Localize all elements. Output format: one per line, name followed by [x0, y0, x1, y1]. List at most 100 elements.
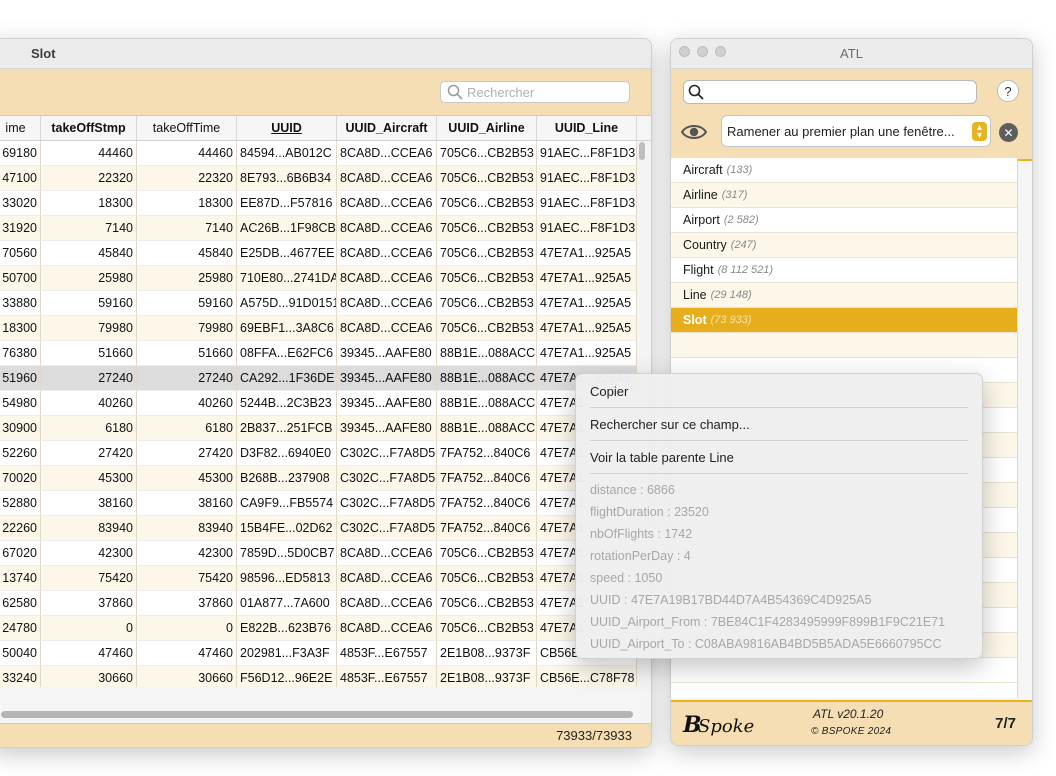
- table-cell[interactable]: 6180: [41, 416, 137, 440]
- table-cell[interactable]: 47100: [0, 166, 41, 190]
- table-cell[interactable]: 75420: [137, 566, 237, 590]
- action-select[interactable]: Ramener au premier plan une fenêtre... ▴…: [721, 115, 991, 147]
- table-cell[interactable]: 59160: [41, 291, 137, 315]
- table-cell[interactable]: 8CA8D...CCEA6: [337, 141, 437, 165]
- table-row[interactable]: 67020 42300 42300 7859D...5D0CB7 8CA8D...CCE…: [0, 541, 637, 566]
- table-cell[interactable]: CA9F9...FB5574: [237, 491, 337, 515]
- table-cell[interactable]: 67020: [0, 541, 41, 565]
- table-cell[interactable]: 91AEC...F8F1D3: [537, 191, 637, 215]
- table-list-item[interactable]: Aircraft (133): [671, 158, 1017, 183]
- table-cell[interactable]: 50040: [0, 641, 41, 665]
- table-cell[interactable]: 52260: [0, 441, 41, 465]
- table-cell[interactable]: 705C6...CB2B53: [437, 316, 537, 340]
- table-cell[interactable]: 69EBF1...3A8C6: [237, 316, 337, 340]
- table-cell[interactable]: 45300: [41, 466, 137, 490]
- table-cell[interactable]: 705C6...CB2B53: [437, 216, 537, 240]
- table-cell[interactable]: 15B4FE...02D62: [237, 516, 337, 540]
- table-cell[interactable]: 31920: [0, 216, 41, 240]
- table-cell[interactable]: E822B...623B76: [237, 616, 337, 640]
- table-cell[interactable]: 33020: [0, 191, 41, 215]
- table-cell[interactable]: C302C...F7A8D5: [337, 441, 437, 465]
- table-cell[interactable]: 76380: [0, 341, 41, 365]
- table-cell[interactable]: 27420: [41, 441, 137, 465]
- context-menu-item[interactable]: Voir la table parente Line: [576, 446, 982, 468]
- table-cell[interactable]: 7FA752...840C6: [437, 466, 537, 490]
- table-cell[interactable]: 705C6...CB2B53: [437, 191, 537, 215]
- table-cell[interactable]: 44460: [137, 141, 237, 165]
- table-cell[interactable]: AC26B...1F98CB: [237, 216, 337, 240]
- table-cell[interactable]: 8CA8D...CCEA6: [337, 591, 437, 615]
- table-list-item[interactable]: Airport (2 582): [671, 208, 1017, 233]
- table-cell[interactable]: 79980: [41, 316, 137, 340]
- table-cell[interactable]: 39345...AAFE80: [337, 341, 437, 365]
- help-button[interactable]: ?: [997, 80, 1019, 102]
- table-cell[interactable]: 25980: [137, 266, 237, 290]
- table-cell[interactable]: 705C6...CB2B53: [437, 266, 537, 290]
- table-cell[interactable]: 202981...F3A3F: [237, 641, 337, 665]
- table-cell[interactable]: 7FA752...840C6: [437, 516, 537, 540]
- table-cell[interactable]: 8CA8D...CCEA6: [337, 541, 437, 565]
- column-header[interactable]: UUID_Aircraft: [337, 116, 437, 140]
- table-cell[interactable]: 51660: [41, 341, 137, 365]
- column-header[interactable]: UUID: [237, 116, 337, 140]
- atl-search-box[interactable]: [683, 80, 977, 104]
- table-row[interactable]: 33880 59160 59160 A575D...91D0151 8CA8D...CC…: [0, 291, 637, 316]
- table-cell[interactable]: 30660: [137, 666, 237, 687]
- table-cell[interactable]: 705C6...CB2B53: [437, 566, 537, 590]
- table-cell[interactable]: 47E7A1...925A5: [537, 316, 637, 340]
- table-cell[interactable]: CA292...1F36DE: [237, 366, 337, 390]
- table-cell[interactable]: E25DB...4677EE: [237, 241, 337, 265]
- column-header[interactable]: UUID_Airline: [437, 116, 537, 140]
- table-cell[interactable]: 8CA8D...CCEA6: [337, 616, 437, 640]
- table-cell[interactable]: A575D...91D0151: [237, 291, 337, 315]
- table-cell[interactable]: D3F82...6940E0: [237, 441, 337, 465]
- table-cell[interactable]: 2B837...251FCB: [237, 416, 337, 440]
- table-cell[interactable]: F56D12...96E2E: [237, 666, 337, 687]
- table-row[interactable]: 13740 75420 75420 98596...ED5813 8CA8D...CCE…: [0, 566, 637, 591]
- table-cell[interactable]: 7140: [41, 216, 137, 240]
- table-cell[interactable]: 33240: [0, 666, 41, 687]
- table-cell[interactable]: 83940: [41, 516, 137, 540]
- table-cell[interactable]: C302C...F7A8D5: [337, 491, 437, 515]
- slot-titlebar[interactable]: Slot: [0, 39, 651, 69]
- table-cell[interactable]: 70020: [0, 466, 41, 490]
- table-cell[interactable]: 7859D...5D0CB7: [237, 541, 337, 565]
- table-cell[interactable]: 47E7A1...925A5: [537, 241, 637, 265]
- table-cell[interactable]: C302C...F7A8D5: [337, 516, 437, 540]
- column-header[interactable]: ime: [0, 116, 41, 140]
- table-cell[interactable]: 98596...ED5813: [237, 566, 337, 590]
- table-cell[interactable]: 13740: [0, 566, 41, 590]
- table-cell[interactable]: 38160: [41, 491, 137, 515]
- table-cell[interactable]: 39345...AAFE80: [337, 366, 437, 390]
- table-cell[interactable]: 2E1B08...9373F: [437, 666, 537, 687]
- table-cell[interactable]: 47E7A1...925A5: [537, 341, 637, 365]
- table-cell[interactable]: EE87D...F57816: [237, 191, 337, 215]
- table-cell[interactable]: 33880: [0, 291, 41, 315]
- table-cell[interactable]: 6180: [137, 416, 237, 440]
- table-cell[interactable]: C302C...F7A8D5: [337, 466, 437, 490]
- table-cell[interactable]: 8CA8D...CCEA6: [337, 566, 437, 590]
- table-cell[interactable]: 30660: [41, 666, 137, 687]
- table-cell[interactable]: 70560: [0, 241, 41, 265]
- table-cell[interactable]: 79980: [137, 316, 237, 340]
- close-window-button[interactable]: [679, 46, 690, 57]
- table-cell[interactable]: 84594...AB012C: [237, 141, 337, 165]
- horizontal-scrollbar[interactable]: [1, 711, 633, 718]
- table-cell[interactable]: 59160: [137, 291, 237, 315]
- table-row[interactable]: 30900 6180 6180 2B837...251FCB 39345...AAFE8…: [0, 416, 637, 441]
- table-cell[interactable]: 705C6...CB2B53: [437, 591, 537, 615]
- table-cell[interactable]: B268B...237908: [237, 466, 337, 490]
- table-cell[interactable]: 88B1E...088ACC: [437, 366, 537, 390]
- table-cell[interactable]: 22320: [41, 166, 137, 190]
- updown-chevron-icon[interactable]: ▴ ▾: [972, 122, 987, 141]
- table-cell[interactable]: CB56E...C78F78: [537, 666, 637, 687]
- table-row[interactable]: 69180 44460 44460 84594...AB012C 8CA8D...CCE…: [0, 141, 637, 166]
- column-header[interactable]: takeOffStmp: [41, 116, 137, 140]
- table-list-item[interactable]: Country (247): [671, 233, 1017, 258]
- table-cell[interactable]: 47460: [41, 641, 137, 665]
- table-body[interactable]: 69180 44460 44460 84594...AB012C 8CA8D...CCE…: [0, 141, 637, 687]
- table-cell[interactable]: 08FFA...E62FC6: [237, 341, 337, 365]
- table-cell[interactable]: 22260: [0, 516, 41, 540]
- table-cell[interactable]: 4853F...E67557: [337, 641, 437, 665]
- table-cell[interactable]: 22320: [137, 166, 237, 190]
